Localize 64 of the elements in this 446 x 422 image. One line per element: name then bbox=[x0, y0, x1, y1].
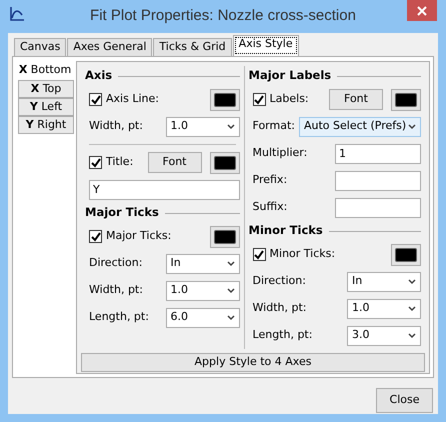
tab[interactable]: Axis Style bbox=[232, 35, 299, 56]
caret-icon bbox=[408, 278, 416, 284]
input-field[interactable] bbox=[335, 170, 421, 190]
caret-icon bbox=[408, 332, 416, 338]
dropdown[interactable]: Auto Select (Prefs) bbox=[299, 116, 421, 136]
dropdown[interactable]: In bbox=[166, 254, 240, 274]
section-heading: Major Labels bbox=[248, 67, 332, 84]
field-label: Width, pt: bbox=[252, 300, 306, 316]
apply-button[interactable]: Apply Style to 4 Axes bbox=[81, 353, 425, 372]
section-heading: Major Ticks bbox=[85, 204, 159, 222]
axis-tab[interactable]: Y Right bbox=[18, 116, 74, 134]
checkbox[interactable] bbox=[89, 156, 102, 169]
axis-tab[interactable]: Y Left bbox=[18, 98, 74, 116]
close-icon[interactable] bbox=[407, 0, 437, 21]
close-button[interactable]: Close bbox=[376, 388, 433, 413]
field-label: Length, pt: bbox=[89, 309, 149, 326]
field-label: Width, pt: bbox=[89, 118, 143, 134]
checkbox-label: Labels: bbox=[270, 91, 309, 108]
checkbox-label: Minor Ticks: bbox=[270, 246, 336, 262]
dropdown[interactable]: 3.0 bbox=[347, 326, 421, 346]
section-heading: Axis bbox=[85, 67, 112, 84]
tab[interactable]: Axes General bbox=[67, 38, 152, 56]
checkbox[interactable] bbox=[252, 93, 266, 106]
caret-icon bbox=[408, 306, 416, 312]
section-heading: Minor Ticks bbox=[248, 222, 323, 240]
field-label: Direction: bbox=[252, 273, 306, 290]
caret-icon bbox=[226, 124, 235, 130]
tab[interactable]: Canvas bbox=[14, 38, 66, 56]
app-icon bbox=[9, 6, 25, 22]
caret-icon bbox=[226, 288, 235, 294]
dropdown[interactable]: 6.0 bbox=[166, 308, 240, 328]
checkbox-label: Axis Line: bbox=[106, 91, 159, 108]
field-label: Multiplier: bbox=[252, 145, 308, 162]
checkbox[interactable] bbox=[89, 93, 102, 106]
checkbox-label: Major Ticks: bbox=[106, 228, 172, 244]
input-field[interactable]: 1 bbox=[335, 144, 421, 164]
tab[interactable]: Ticks & Grid bbox=[153, 38, 232, 56]
dropdown[interactable]: In bbox=[347, 272, 421, 292]
caret-icon bbox=[226, 314, 235, 320]
field-label: Length, pt: bbox=[252, 327, 312, 344]
color-button[interactable] bbox=[391, 88, 421, 110]
field-label: Width, pt: bbox=[89, 282, 143, 298]
color-button[interactable] bbox=[210, 226, 240, 248]
input-field[interactable]: Y bbox=[89, 180, 240, 200]
input-field[interactable] bbox=[335, 198, 421, 218]
color-button[interactable] bbox=[210, 152, 240, 174]
color-button[interactable] bbox=[391, 244, 421, 266]
dropdown[interactable]: 1.0 bbox=[166, 280, 240, 300]
field-label: Prefix: bbox=[252, 172, 288, 188]
caret-icon bbox=[408, 124, 416, 130]
font-button[interactable]: Font bbox=[148, 152, 202, 173]
field-label: Format: bbox=[252, 118, 295, 134]
axis-tab[interactable]: X Top bbox=[18, 80, 74, 98]
checkbox-label: Title: bbox=[106, 154, 134, 170]
checkbox[interactable] bbox=[252, 248, 266, 261]
caret-icon bbox=[226, 260, 235, 266]
field-label: Direction: bbox=[89, 255, 142, 272]
dropdown[interactable]: 1.0 bbox=[347, 298, 421, 318]
field-label: Suffix: bbox=[252, 199, 288, 216]
window-title: Fit Plot Properties: Nozzle cross-section bbox=[90, 6, 356, 26]
dropdown[interactable]: 1.0 bbox=[166, 116, 240, 136]
color-button[interactable] bbox=[210, 88, 240, 110]
checkbox[interactable] bbox=[89, 230, 102, 243]
font-button[interactable]: Font bbox=[329, 89, 383, 110]
